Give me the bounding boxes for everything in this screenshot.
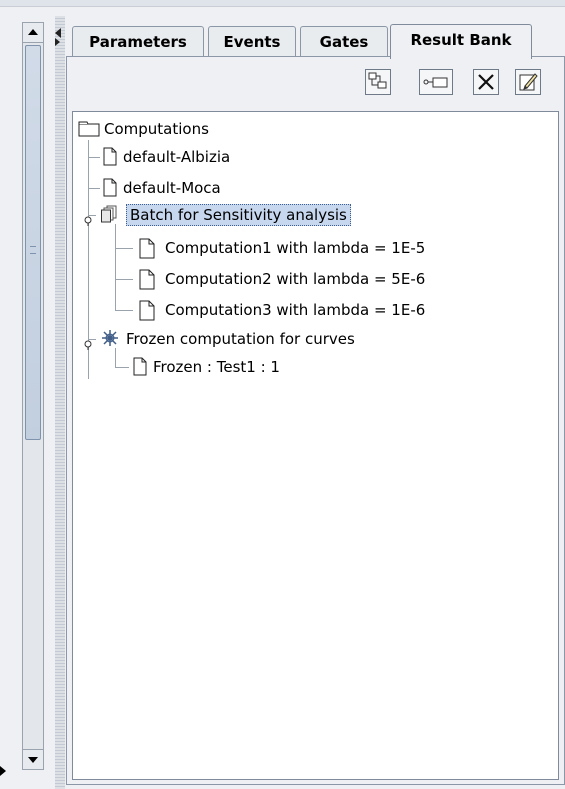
tab-gates[interactable]: Gates — [300, 26, 388, 58]
arrow-up-icon — [28, 29, 38, 35]
scroll-up-button[interactable] — [23, 23, 43, 43]
tree-node-label: Batch for Sensitivity analysis — [126, 204, 351, 226]
link-button[interactable] — [419, 69, 453, 95]
collapse-left-icon — [55, 28, 61, 38]
document-icon — [103, 178, 117, 202]
frozen-icon — [101, 329, 119, 352]
tree-root-label: Computations — [104, 120, 209, 138]
tree-node-label: Computation1 with lambda = 1E-5 — [165, 239, 426, 257]
tree-node-label: default-Albizia — [123, 148, 231, 166]
toolbar — [67, 57, 564, 107]
edit-button[interactable] — [515, 69, 541, 95]
arrow-down-icon — [28, 757, 38, 763]
grip-icon — [30, 246, 36, 254]
document-icon — [139, 269, 155, 295]
tree-node-label: Computation2 with lambda = 5E-6 — [165, 270, 426, 288]
split-pane-divider[interactable] — [55, 16, 65, 789]
scroll-down-button[interactable] — [23, 749, 43, 769]
tab-parameters[interactable]: Parameters — [72, 26, 204, 58]
collapse-toggle[interactable] — [55, 28, 63, 46]
rename-link-icon — [423, 77, 448, 88]
folder-icon — [78, 121, 100, 142]
tab-result-bank[interactable]: Result Bank — [390, 24, 532, 59]
tree-line — [88, 157, 100, 158]
tree-node-label: Computation3 with lambda = 1E-6 — [165, 301, 426, 319]
tree-line — [115, 248, 133, 249]
expand-handle-icon[interactable] — [84, 211, 92, 226]
result-bank-panel: Computations default-Albizia default-Moc… — [66, 56, 565, 785]
scroll-thumb[interactable] — [25, 45, 41, 440]
vertical-scrollbar[interactable] — [22, 22, 44, 770]
tree-node-label: default-Moca — [123, 179, 221, 197]
delete-button[interactable] — [473, 69, 499, 95]
tree-line — [115, 310, 133, 311]
document-icon — [139, 300, 155, 326]
results-tree[interactable]: Computations default-Albizia default-Moc… — [72, 111, 559, 780]
tree-line — [115, 279, 133, 280]
tree-expand-icon — [368, 72, 387, 89]
expand-handle-icon[interactable] — [84, 335, 92, 350]
document-icon — [133, 357, 147, 381]
batch-icon — [101, 205, 117, 228]
document-icon — [139, 238, 155, 264]
tree-line — [88, 188, 100, 189]
scroll-left-arrow-icon[interactable] — [0, 766, 6, 776]
tree-node-label: Frozen computation for curves — [126, 330, 355, 348]
expand-right-icon — [55, 38, 60, 46]
edit-note-icon — [519, 73, 538, 91]
tree-line — [115, 367, 129, 368]
tree-node-label: Frozen : Test1 : 1 — [153, 358, 280, 376]
tree-expand-button[interactable] — [365, 69, 391, 95]
document-icon — [103, 147, 117, 171]
delete-icon — [478, 74, 494, 90]
tree-line — [115, 224, 116, 310]
top-separator — [0, 0, 565, 7]
tab-events[interactable]: Events — [208, 26, 296, 58]
